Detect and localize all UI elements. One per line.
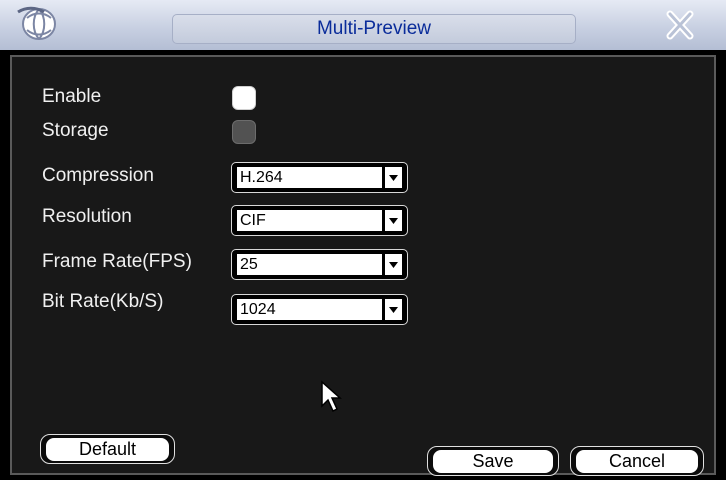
chevron-down-icon[interactable]	[385, 299, 402, 320]
resolution-select[interactable]: CIF	[231, 205, 408, 236]
save-button-label: Save	[433, 449, 553, 473]
save-button[interactable]: Save	[427, 446, 559, 476]
cancel-button[interactable]: Cancel	[570, 446, 704, 476]
enable-checkbox[interactable]	[232, 86, 256, 110]
frame-rate-label: Frame Rate(FPS)	[42, 251, 192, 272]
resolution-value: CIF	[237, 210, 382, 231]
close-icon[interactable]	[660, 8, 700, 42]
bit-rate-select[interactable]: 1024	[231, 294, 408, 325]
chevron-down-icon[interactable]	[385, 167, 402, 188]
multi-preview-window: Multi-Preview Enable Storage Compression…	[0, 0, 726, 480]
cancel-button-label: Cancel	[576, 449, 698, 473]
compression-label: Compression	[42, 165, 154, 186]
mouse-cursor-icon	[321, 380, 342, 413]
storage-checkbox[interactable]	[232, 120, 256, 144]
window-title: Multi-Preview	[172, 14, 576, 44]
enable-label: Enable	[42, 86, 102, 107]
storage-label: Storage	[42, 120, 109, 141]
default-button-label: Default	[46, 437, 169, 461]
chevron-down-icon[interactable]	[385, 254, 402, 275]
logo-icon	[17, 6, 56, 40]
resolution-label: Resolution	[42, 206, 132, 227]
compression-value: H.264	[237, 167, 382, 188]
frame-rate-value: 25	[237, 254, 382, 275]
default-button[interactable]: Default	[40, 434, 175, 464]
chevron-down-icon[interactable]	[385, 210, 402, 231]
bit-rate-value: 1024	[237, 299, 382, 320]
title-bar: Multi-Preview	[0, 0, 726, 50]
frame-rate-select[interactable]: 25	[231, 249, 408, 280]
bit-rate-label: Bit Rate(Kb/S)	[42, 291, 164, 312]
compression-select[interactable]: H.264	[231, 162, 408, 193]
